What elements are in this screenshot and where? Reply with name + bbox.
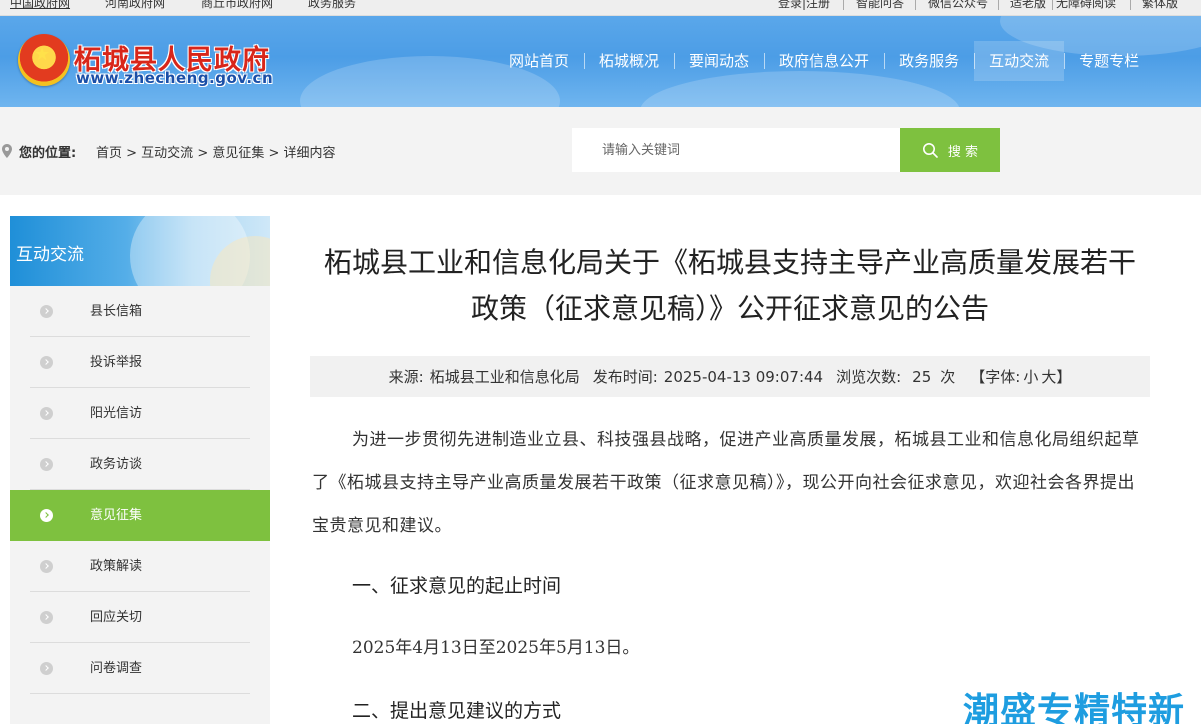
sidebar-item-label: 政务访谈 [90, 457, 143, 472]
location-pin-icon [2, 144, 12, 158]
sidebar-item-label: 意见征集 [90, 508, 143, 523]
divider [1130, 0, 1131, 10]
topbar-link-shangqiu[interactable]: 商丘市政府网 [201, 0, 273, 11]
divider [843, 0, 844, 10]
topbar-link-services[interactable]: 政务服务 [308, 0, 356, 11]
topbar-link-elderly[interactable]: 适老版 [1010, 0, 1046, 11]
sidebar-item-response[interactable]: 回应关切 [30, 592, 250, 643]
site-header: 柘城县人民政府 www.zhecheng.gov.cn 网站首页 柘城概况 要闻… [0, 16, 1201, 107]
topbar-link-wechat[interactable]: 微信公众号 [928, 0, 988, 11]
nav-topics[interactable]: 专题专栏 [1064, 41, 1154, 81]
topbar-link-henan[interactable]: 河南政府网 [105, 0, 165, 11]
chevron-right-icon [40, 305, 53, 318]
font-large-button[interactable]: 大】 [1041, 366, 1071, 387]
meta-views: 25 [912, 367, 932, 386]
nav-news[interactable]: 要闻动态 [674, 41, 764, 81]
chevron-right-icon [40, 458, 53, 471]
search-icon [922, 143, 938, 158]
chevron-right-icon [40, 356, 53, 369]
top-utility-bar: 中国政府网 河南政府网 商丘市政府网 政务服务 登录|注册 智能问答 微信公众号… [0, 0, 1201, 16]
nav-gov-info[interactable]: 政府信息公开 [764, 41, 884, 81]
breadcrumb-home[interactable]: 首页 [96, 146, 122, 161]
search-input[interactable] [572, 128, 900, 172]
sidebar-item-petition[interactable]: 阳光信访 [30, 388, 250, 439]
site-url[interactable]: www.zhecheng.gov.cn [76, 69, 273, 87]
font-small-button[interactable]: 小 [1023, 366, 1038, 387]
topbar-link-login[interactable]: 登录|注册 [778, 0, 830, 11]
divider [1052, 0, 1053, 10]
watermark: 潮盛专精特新 [963, 691, 1186, 724]
chevron-right-icon [40, 407, 53, 420]
sidebar: 互动交流 县长信箱 投诉举报 阳光信访 政务访谈 意见征集 政策解读 回应关切 … [10, 216, 270, 724]
sidebar-item-label: 问卷调查 [90, 661, 143, 676]
meta-time: 2025-04-13 09:07:44 [663, 367, 824, 386]
topbar-link-traditional[interactable]: 繁体版 [1142, 0, 1178, 11]
sidebar-item-label: 投诉举报 [90, 355, 143, 370]
sidebar-item-mayor-mailbox[interactable]: 县长信箱 [30, 286, 250, 337]
divider [998, 0, 999, 10]
sidebar-item-label: 政策解读 [90, 559, 143, 574]
sidebar-item-label: 阳光信访 [90, 406, 143, 421]
topbar-link-smart-qa[interactable]: 智能问答 [856, 0, 904, 11]
sidebar-item-survey[interactable]: 问卷调查 [30, 643, 250, 694]
breadcrumb-interaction[interactable]: > 互动交流 [126, 146, 193, 161]
topbar-link-accessible[interactable]: 无障碍阅读 [1056, 0, 1116, 11]
location-search-bar: 您的位置: 首页 > 互动交流 > 意见征集 > 详细内容 搜 索 [0, 107, 1201, 195]
meta-views-label: 浏览次数: [836, 368, 902, 386]
breadcrumb-detail: > 详细内容 [268, 146, 336, 161]
breadcrumb: 首页 > 互动交流 > 意见征集 > 详细内容 [96, 142, 336, 161]
national-emblem-icon[interactable] [18, 34, 70, 86]
nav-home[interactable]: 网站首页 [494, 41, 584, 81]
divider [915, 0, 916, 10]
font-size-label: 【字体: [970, 368, 1021, 386]
sidebar-item-interview[interactable]: 政务访谈 [30, 439, 250, 490]
section-heading: 一、征求意见的起止时间 [352, 575, 562, 597]
sidebar-menu: 县长信箱 投诉举报 阳光信访 政务访谈 意见征集 政策解读 回应关切 问卷调查 [10, 286, 270, 694]
sidebar-item-opinion-collection[interactable]: 意见征集 [10, 490, 270, 541]
location-label: 您的位置: [19, 146, 77, 161]
nav-interaction[interactable]: 互动交流 [974, 41, 1065, 81]
main-nav: 网站首页 柘城概况 要闻动态 政府信息公开 政务服务 互动交流 专题专栏 [494, 41, 1154, 81]
sidebar-item-complaints[interactable]: 投诉举报 [30, 337, 250, 388]
sidebar-title: 互动交流 [16, 245, 84, 265]
chevron-right-icon [40, 662, 53, 675]
search-button-label: 搜 索 [947, 144, 979, 160]
breadcrumb-opinion[interactable]: > 意见征集 [197, 146, 264, 161]
meta-source-label: 来源: [388, 368, 424, 386]
nav-gov-service[interactable]: 政务服务 [884, 41, 974, 81]
article-title: 柘城县工业和信息化局关于《柘城县支持主导产业高质量发展若干政策（征求意见稿）》公… [323, 246, 1136, 325]
search-button[interactable]: 搜 索 [900, 128, 1000, 172]
section-heading: 二、提出意见建议的方式 [352, 700, 562, 722]
article-meta: 来源: 柘城县工业和信息化局 发布时间: 2025-04-13 09:07:44… [310, 356, 1150, 397]
meta-source: 柘城县工业和信息化局 [429, 368, 580, 386]
sidebar-header: 互动交流 [10, 216, 270, 286]
chevron-right-icon [40, 560, 53, 573]
sidebar-item-label: 县长信箱 [90, 304, 143, 319]
meta-time-label: 发布时间: [592, 368, 658, 386]
chevron-right-icon [40, 509, 53, 522]
nav-overview[interactable]: 柘城概况 [584, 41, 674, 81]
chevron-right-icon [40, 611, 53, 624]
article-intro: 为进一步贯彻先进制造业立县、科技强县战略，促进产业高质量发展，柘城县工业和信息化… [312, 430, 1140, 536]
topbar-link-gov-cn[interactable]: 中国政府网 [10, 0, 70, 11]
section-text: 2025年4月13日至2025年5月13日。 [352, 638, 640, 658]
sidebar-item-policy-interpretation[interactable]: 政策解读 [30, 541, 250, 592]
sidebar-item-label: 回应关切 [90, 610, 143, 625]
meta-views-unit: 次 [940, 368, 956, 386]
